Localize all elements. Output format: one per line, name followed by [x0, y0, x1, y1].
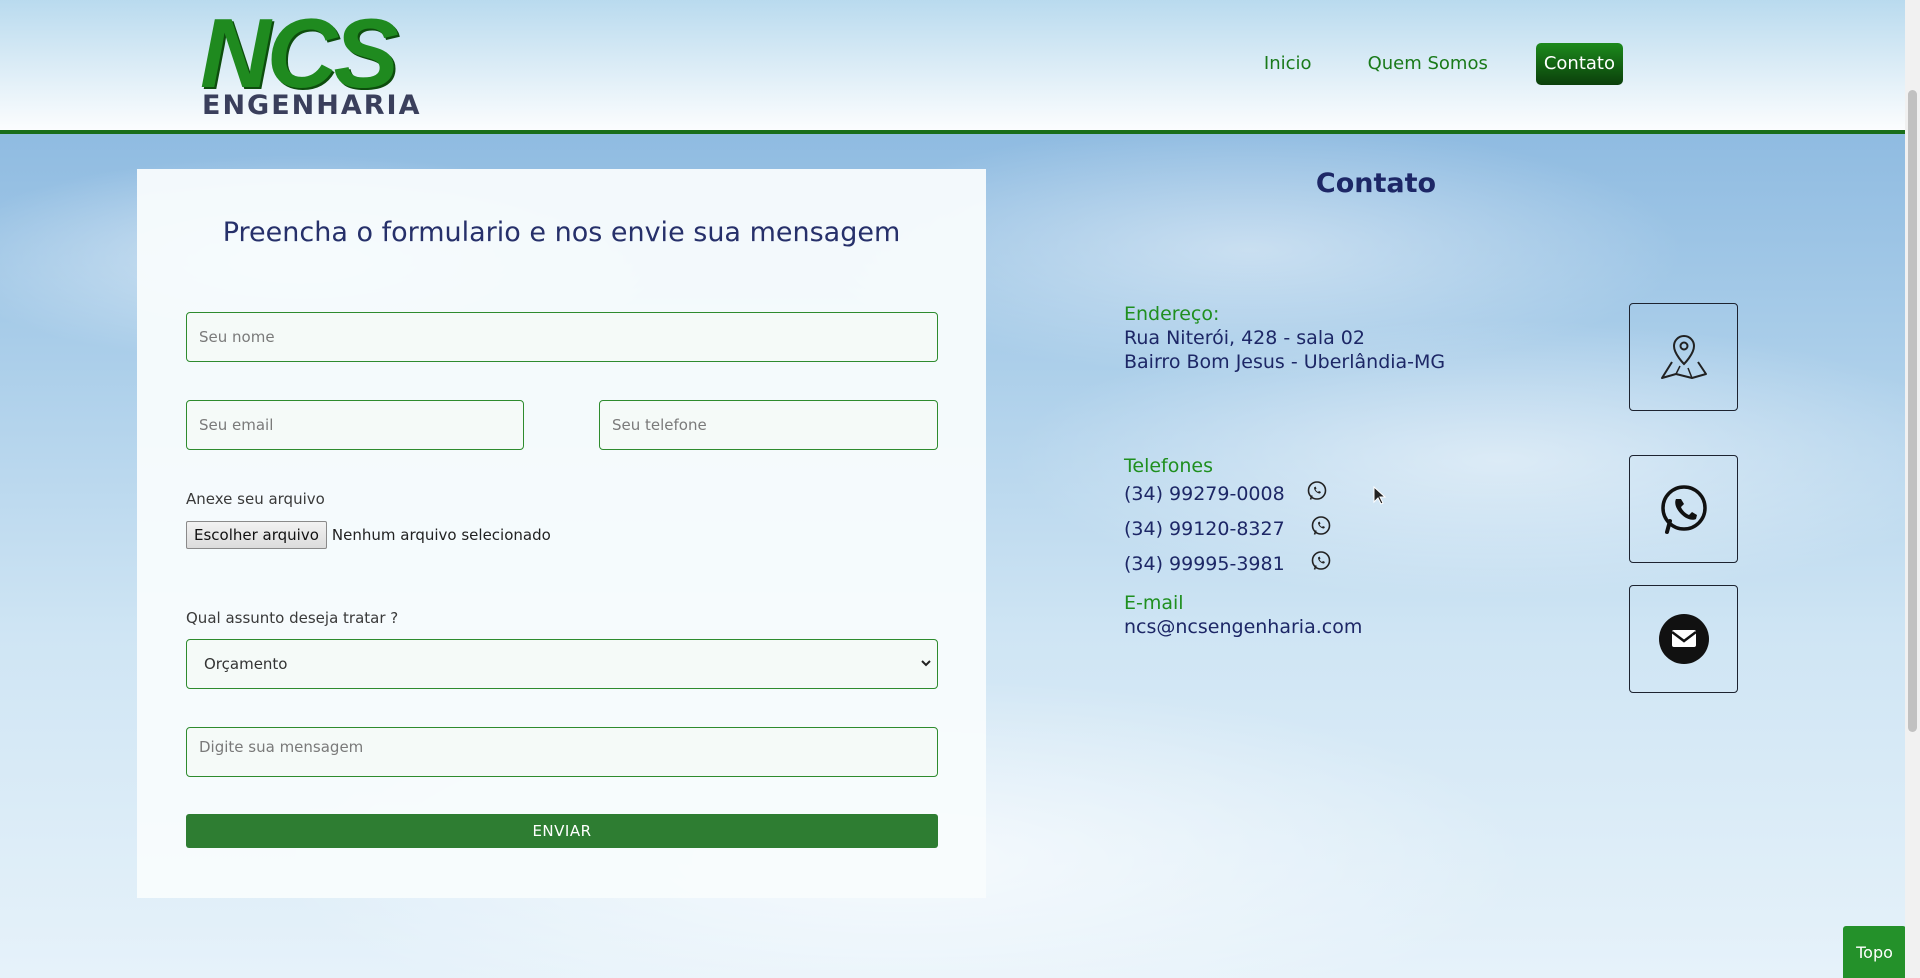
whatsapp-icon[interactable] — [1305, 479, 1329, 503]
name-input[interactable] — [186, 312, 938, 362]
back-to-top-button[interactable]: Topo — [1843, 926, 1906, 978]
nav-quem-somos[interactable]: Quem Somos — [1360, 43, 1496, 85]
whatsapp-icon — [1660, 485, 1707, 534]
phones-label: Telefones — [1124, 455, 1213, 477]
site-header: NCS ENGENHARIA Inicio Quem Somos Contato — [0, 0, 1905, 134]
map-pin-icon — [1660, 334, 1707, 379]
map-card[interactable] — [1629, 303, 1738, 411]
whatsapp-icon[interactable] — [1309, 514, 1333, 538]
logo-subtitle: ENGENHARIA — [202, 90, 422, 121]
email-address[interactable]: ncs@ncsengenharia.com — [1124, 616, 1362, 638]
whatsapp-icon[interactable] — [1309, 549, 1333, 573]
nav-inicio[interactable]: Inicio — [1256, 43, 1320, 85]
phone-number: (34) 99120-8327 — [1124, 518, 1285, 540]
subject-label: Qual assunto deseja tratar ? — [186, 609, 399, 627]
mouse-cursor-icon — [1373, 486, 1387, 505]
file-status: Nenhum arquivo selecionado — [331, 526, 551, 544]
phone-number: (34) 99995-3981 — [1124, 553, 1285, 575]
message-textarea[interactable] — [186, 727, 938, 777]
choose-file-button[interactable]: Escolher arquivo — [186, 521, 327, 549]
contact-form-panel: Preencha o formulario e nos envie sua me… — [137, 169, 986, 898]
address-line-2: Bairro Bom Jesus - Uberlândia-MG — [1124, 351, 1446, 373]
phone-item: (34) 99279-0008 — [1124, 481, 1329, 505]
envelope-icon — [1658, 614, 1709, 664]
address-label: Endereço: — [1124, 303, 1220, 325]
email-label: E-mail — [1124, 592, 1184, 614]
nav-contato[interactable]: Contato — [1535, 43, 1623, 85]
page-scrollbar[interactable] — [1905, 0, 1920, 978]
file-label: Anexe seu arquivo — [186, 490, 325, 508]
form-title: Preencha o formulario e nos envie sua me… — [222, 217, 901, 248]
phone-item: (34) 99995-3981 — [1124, 551, 1333, 575]
ncs-logo[interactable]: NCS ENGENHARIA — [200, 4, 430, 122]
phone-number: (34) 99279-0008 — [1124, 483, 1285, 505]
contact-title: Contato — [1315, 168, 1437, 199]
logo-wordmark: NCS — [200, 0, 399, 108]
main-nav: Inicio Quem Somos Contato — [1216, 43, 1623, 85]
scrollbar-thumb[interactable] — [1908, 90, 1917, 732]
subject-select[interactable]: Orçamento — [186, 639, 938, 689]
file-input: Escolher arquivo Nenhum arquivo selecion… — [186, 521, 551, 549]
subject-selected-value: Orçamento — [204, 655, 288, 673]
phone-input[interactable] — [599, 400, 938, 450]
phone-item: (34) 99120-8327 — [1124, 516, 1333, 540]
send-button[interactable]: ENVIAR — [186, 814, 938, 848]
address-line-1: Rua Niterói, 428 - sala 02 — [1124, 327, 1365, 349]
whatsapp-card[interactable] — [1629, 455, 1738, 563]
email-input[interactable] — [186, 400, 524, 450]
email-card[interactable] — [1629, 585, 1738, 693]
